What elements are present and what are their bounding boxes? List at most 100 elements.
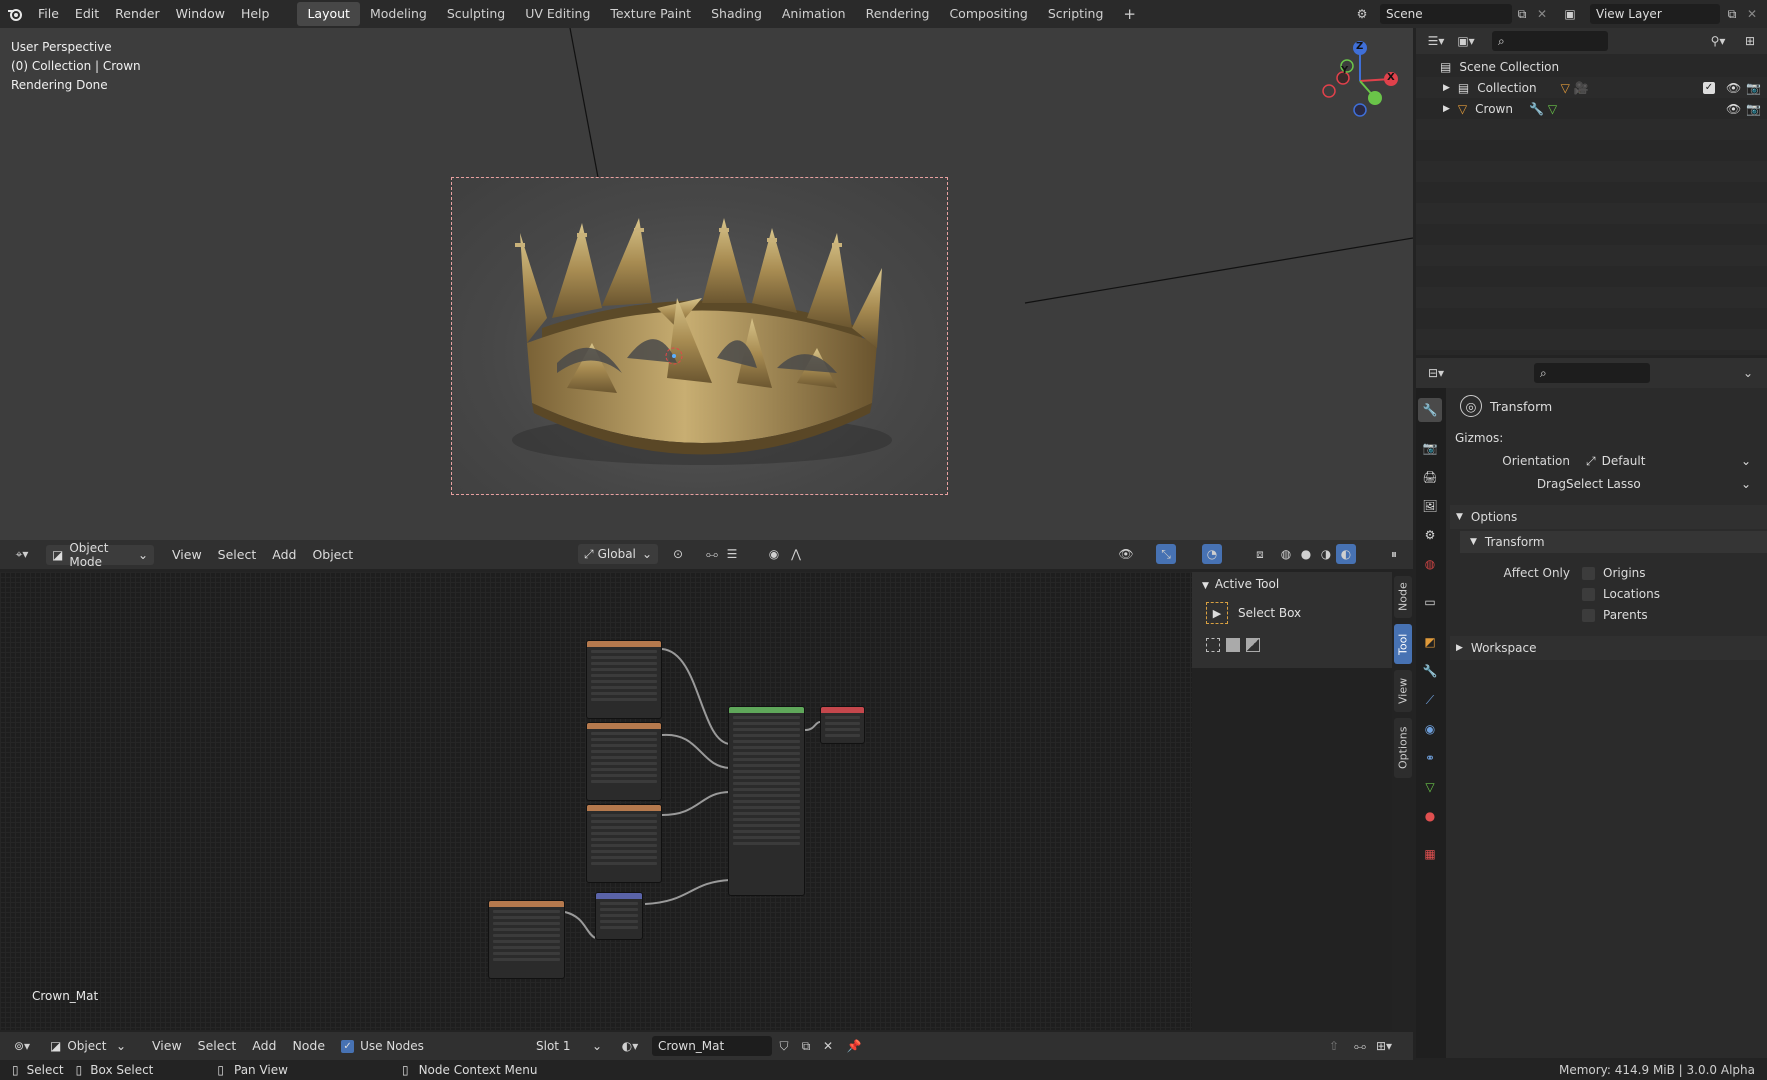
collection-tab-icon[interactable]: ▭ <box>1418 590 1442 614</box>
editor-type-icon[interactable]: ⊚▾ <box>12 1036 32 1056</box>
tab-shading[interactable]: Shading <box>701 2 772 26</box>
tab-sculpting[interactable]: Sculpting <box>437 2 515 26</box>
parent-node-icon[interactable]: ⇧ <box>1324 1036 1344 1056</box>
viewport-menu-view[interactable]: View <box>164 544 210 566</box>
use-nodes-toggle[interactable]: ✓ Use Nodes <box>341 1039 424 1053</box>
scene-selector[interactable]: Scene <box>1380 4 1512 24</box>
tab-modeling[interactable]: Modeling <box>360 2 437 26</box>
proportional-icon[interactable]: ◉ <box>764 544 784 564</box>
filter-icon[interactable]: ⚲▾ <box>1708 31 1728 51</box>
scene-icon[interactable]: ⚙ <box>1352 4 1372 24</box>
material-shading-icon[interactable]: ◑ <box>1316 544 1336 564</box>
editor-type-icon[interactable]: ⌖▾ <box>12 545 32 565</box>
xray-icon[interactable]: ⧈ <box>1250 544 1270 564</box>
view-layer-tab-icon[interactable]: 🖼 <box>1418 494 1442 518</box>
falloff-icon[interactable]: ⋀ <box>786 544 806 564</box>
drag-dropdown[interactable]: Select Lasso ⌄ <box>1560 474 1757 494</box>
menu-file[interactable]: File <box>30 3 67 25</box>
transform-orientation[interactable]: ⤢ Global ⌄ <box>578 544 658 564</box>
camera-frame[interactable] <box>451 177 948 495</box>
blender-logo-icon[interactable] <box>0 0 30 28</box>
expand-arrow-icon[interactable]: ▶ <box>1443 104 1450 114</box>
menu-render[interactable]: Render <box>107 3 168 25</box>
viewport-menu-add[interactable]: Add <box>264 544 304 566</box>
snap-target-icon[interactable]: ☰ <box>722 544 742 564</box>
viewport-menu-object[interactable]: Object <box>304 544 361 566</box>
normal-map-node[interactable] <box>595 892 643 940</box>
principled-bsdf-node[interactable] <box>728 706 805 896</box>
pivot-icon[interactable]: ⊙ <box>668 544 688 564</box>
new-view-layer-icon[interactable]: ⧉ <box>1722 4 1742 24</box>
eye-icon[interactable]: 👁 <box>1726 81 1741 95</box>
affect-locations-checkbox[interactable]: Locations <box>1582 587 1660 601</box>
rendered-shading-icon[interactable]: ◐ <box>1336 544 1356 564</box>
select-mode-extend-icon[interactable] <box>1226 638 1240 652</box>
tab-tool[interactable]: Tool <box>1394 624 1412 664</box>
constraint-tab-icon[interactable]: ⚭ <box>1418 746 1442 770</box>
viewport-3d[interactable]: User Perspective (0) Collection | Crown … <box>0 28 1413 569</box>
image-texture-node-2[interactable] <box>586 722 662 801</box>
particles-tab-icon[interactable]: ⟋ <box>1418 688 1442 712</box>
select-mode-subtract-icon[interactable] <box>1246 638 1260 652</box>
slot-selector[interactable]: Slot 1 ⌄ <box>530 1036 608 1056</box>
menu-window[interactable]: Window <box>168 3 233 25</box>
visibility-icon[interactable]: 👁 <box>1116 544 1136 564</box>
viewport-menu-select[interactable]: Select <box>210 544 265 566</box>
fake-user-icon[interactable]: ⛉ <box>774 1036 794 1056</box>
affect-parents-checkbox[interactable]: Parents <box>1582 608 1648 622</box>
node-menu-view[interactable]: View <box>144 1035 190 1057</box>
material-output-node[interactable] <box>820 706 865 744</box>
camera-render-icon[interactable]: 📷 <box>1746 81 1761 95</box>
material-browse-icon[interactable]: ◐▾ <box>620 1036 640 1056</box>
view-layer-selector[interactable]: View Layer <box>1590 4 1720 24</box>
camera-render-icon[interactable]: 📷 <box>1746 102 1761 116</box>
node-menu-add[interactable]: Add <box>244 1035 284 1057</box>
snap-icon[interactable]: ⧟ <box>1350 1036 1370 1056</box>
image-texture-node-3[interactable] <box>586 804 662 883</box>
node-editor[interactable]: Crown_Mat <box>0 572 1192 1030</box>
tab-options[interactable]: Options <box>1394 718 1412 778</box>
tab-texture-paint[interactable]: Texture Paint <box>600 2 701 26</box>
workspace-panel-header[interactable]: ▶ Workspace <box>1450 636 1767 660</box>
duplicate-material-icon[interactable]: ⧉ <box>796 1036 816 1056</box>
material-name-field[interactable]: Crown_Mat <box>652 1036 772 1056</box>
outliner-row-crown[interactable]: ▶ ▽ Crown 🔧 ▽ 👁 📷 <box>1416 98 1767 119</box>
tab-uv-editing[interactable]: UV Editing <box>515 2 600 26</box>
select-mode-new-icon[interactable] <box>1206 638 1220 652</box>
image-texture-node-1[interactable] <box>586 640 662 719</box>
modifier-tab-icon[interactable]: 🔧 <box>1418 659 1442 683</box>
wireframe-shading-icon[interactable]: ◍ <box>1276 544 1296 564</box>
pause-render-icon[interactable]: ⏸ <box>1384 544 1404 564</box>
pin-icon[interactable]: 📌 <box>844 1036 864 1056</box>
properties-editor-type-icon[interactable]: ⊟▾ <box>1426 363 1446 383</box>
texture-tab-icon[interactable]: ▦ <box>1418 842 1442 866</box>
output-tab-icon[interactable]: 🖨 <box>1418 465 1442 489</box>
overlay-icon[interactable]: ◔ <box>1202 544 1222 564</box>
scene-tab-icon[interactable]: ⚙ <box>1418 523 1442 547</box>
tab-rendering[interactable]: Rendering <box>856 2 940 26</box>
menu-help[interactable]: Help <box>233 3 278 25</box>
select-box-tool[interactable]: ▶ Select Box <box>1206 602 1301 624</box>
tab-compositing[interactable]: Compositing <box>939 2 1037 26</box>
image-texture-node-4[interactable] <box>488 900 565 979</box>
tab-animation[interactable]: Animation <box>772 2 856 26</box>
add-workspace-button[interactable]: + <box>1113 2 1146 26</box>
active-tool-header[interactable]: ▼ Active Tool <box>1202 577 1279 591</box>
unlink-material-icon[interactable]: ✕ <box>818 1036 838 1056</box>
exclude-checkbox[interactable]: ✓ <box>1703 81 1715 94</box>
node-menu-select[interactable]: Select <box>190 1035 245 1057</box>
options-panel-header[interactable]: ▼ Options <box>1450 505 1767 529</box>
expand-arrow-icon[interactable]: ▶ <box>1443 83 1450 93</box>
snap-icon[interactable]: ⧟ <box>702 544 722 564</box>
render-tab-icon[interactable]: 📷 <box>1418 436 1442 460</box>
remove-scene-icon[interactable]: ✕ <box>1532 4 1552 24</box>
world-tab-icon[interactable]: ◍ <box>1418 552 1442 576</box>
properties-options-icon[interactable]: ⌄ <box>1738 363 1758 383</box>
tab-layout[interactable]: Layout <box>297 2 360 26</box>
outliner-editor-type-icon[interactable]: ☰▾ <box>1426 31 1446 51</box>
affect-origins-checkbox[interactable]: Origins <box>1582 566 1646 580</box>
data-tab-icon[interactable]: ▽ <box>1418 775 1442 799</box>
tool-tab-icon[interactable]: 🔧 <box>1418 398 1442 422</box>
shader-type-selector[interactable]: ◪ Object ⌄ <box>44 1036 132 1056</box>
physics-tab-icon[interactable]: ◉ <box>1418 717 1442 741</box>
